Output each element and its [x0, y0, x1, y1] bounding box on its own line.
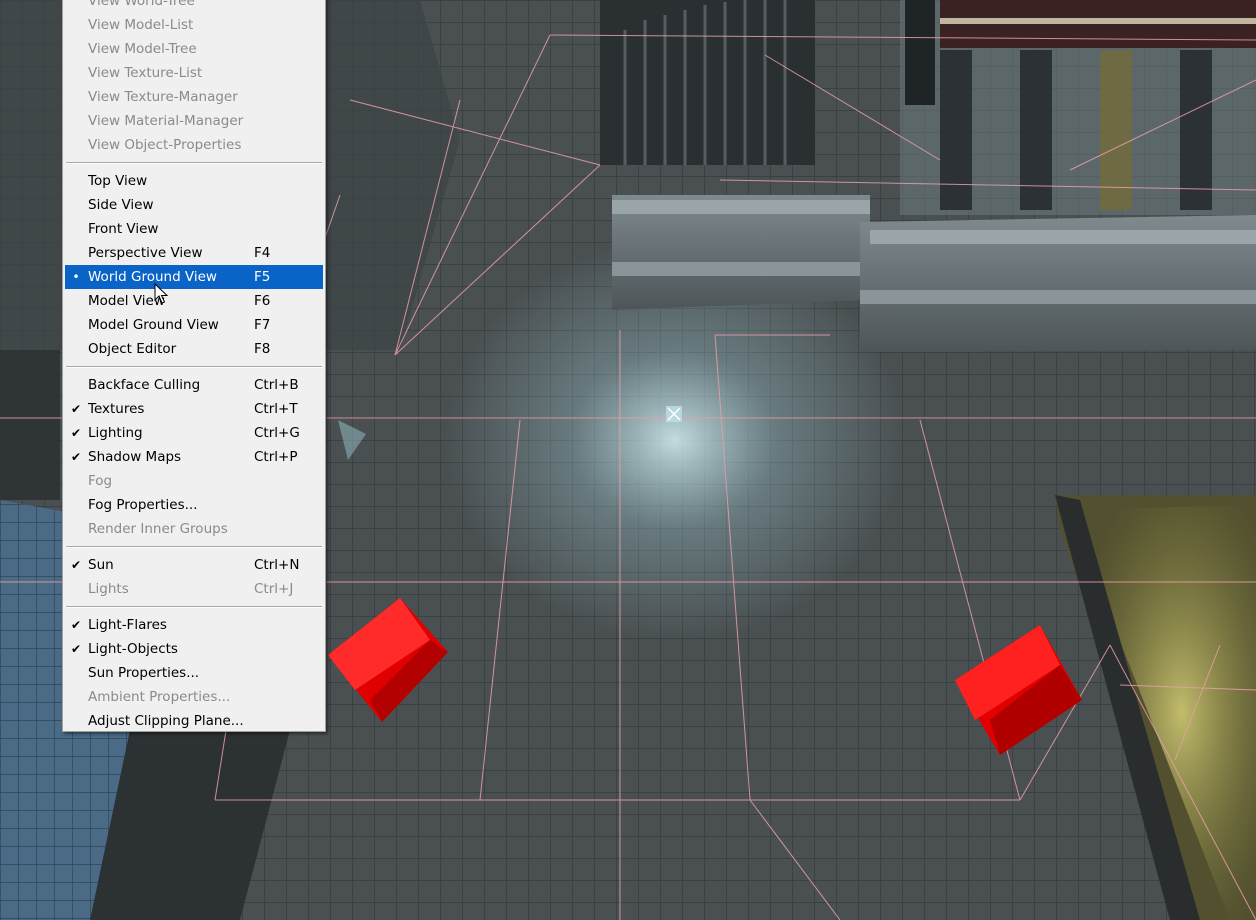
menu-item-lighting[interactable]: ✔ Lighting Ctrl+G: [65, 421, 323, 445]
menu-separator: [66, 546, 322, 548]
menu-item-shadow-maps[interactable]: ✔ Shadow Maps Ctrl+P: [65, 445, 323, 469]
menu-item-model-ground-view[interactable]: Model Ground View F7: [65, 313, 323, 337]
view-context-menu: View World-Tree View Model-List View Model…: [62, 0, 326, 732]
menu-item-textures[interactable]: ✔ Textures Ctrl+T: [65, 397, 323, 421]
menu-item-label: Fog: [88, 473, 113, 489]
menu-item-label: Shadow Maps: [88, 449, 182, 465]
menu-item-label: Backface Culling: [88, 377, 201, 393]
menu-item-label: World Ground View: [88, 269, 217, 285]
menu-item-label: Render Inner Groups: [88, 521, 228, 537]
menu-item-label: View Texture-Manager: [88, 89, 238, 105]
menu-item-label: Adjust Clipping Plane...: [88, 713, 244, 729]
menu-item-perspective-view[interactable]: Perspective View F4: [65, 241, 323, 265]
checkmark-icon: ✔: [70, 558, 82, 572]
menu-item-label: Sun: [88, 557, 114, 573]
staircase: [600, 0, 815, 165]
menu-item-object-editor[interactable]: Object Editor F8: [65, 337, 323, 361]
menu-item-front-view[interactable]: Front View: [65, 217, 323, 241]
menu-item-view-texture-list: View Texture-List: [65, 61, 323, 85]
menu-item-sun[interactable]: ✔ Sun Ctrl+N: [65, 553, 323, 577]
checkmark-icon: ✔: [70, 426, 82, 440]
menu-item-view-texture-manager: View Texture-Manager: [65, 85, 323, 109]
menu-item-view-model-tree: View Model-Tree: [65, 37, 323, 61]
menu-item-view-world-tree: View World-Tree: [65, 0, 323, 13]
menu-item-label: Light-Objects: [88, 641, 178, 657]
menu-item-shortcut: F6: [254, 293, 271, 309]
menu-item-top-view[interactable]: Top View: [65, 169, 323, 193]
menu-item-shortcut: F5: [254, 269, 271, 285]
menu-item-light-flares[interactable]: ✔ Light-Flares: [65, 613, 323, 637]
light-marker-icon[interactable]: [666, 406, 682, 422]
menu-item-label: View World-Tree: [88, 0, 195, 9]
menu-item-label: Model Ground View: [88, 317, 219, 333]
menu-item-label: Object Editor: [88, 341, 177, 357]
menu-item-shortcut: Ctrl+G: [254, 425, 300, 441]
menu-item-label: Lights: [88, 581, 129, 597]
menu-separator: [66, 162, 322, 164]
menu-item-label: Fog Properties...: [88, 497, 198, 513]
menu-item-label: Side View: [88, 197, 154, 213]
mouse-cursor-icon: [154, 283, 168, 304]
menu-item-view-object-properties: View Object-Properties: [65, 133, 323, 157]
menu-item-shortcut: Ctrl+B: [254, 377, 299, 393]
checkmark-icon: ✔: [70, 450, 82, 464]
menu-item-shortcut: F8: [254, 341, 271, 357]
menu-item-shortcut: Ctrl+P: [254, 449, 298, 465]
menu-item-label: Top View: [88, 173, 148, 189]
menu-item-light-objects[interactable]: ✔ Light-Objects: [65, 637, 323, 661]
menu-item-side-view[interactable]: Side View: [65, 193, 323, 217]
menu-item-sun-properties[interactable]: Sun Properties...: [65, 661, 323, 685]
menu-item-shortcut: F4: [254, 245, 271, 261]
menu-item-fog: Fog: [65, 469, 323, 493]
radio-dot-icon: •: [72, 270, 80, 284]
ledge-trim-right-2: [860, 290, 1256, 304]
menu-item-ambient-properties: Ambient Properties...: [65, 685, 323, 709]
checkmark-icon: ✔: [70, 402, 82, 416]
menu-separator: [66, 606, 322, 608]
menu-item-label: View Material-Manager: [88, 113, 244, 129]
menu-item-label: Lighting: [88, 425, 143, 441]
menu-item-label: Sun Properties...: [88, 665, 200, 681]
menu-item-adjust-clipping-plane[interactable]: Adjust Clipping Plane...: [65, 709, 323, 733]
ledge-trim-left-2: [612, 262, 870, 276]
menu-item-backface-culling[interactable]: Backface Culling Ctrl+B: [65, 373, 323, 397]
menu-item-label: Ambient Properties...: [88, 689, 231, 705]
menu-item-label: Front View: [88, 221, 159, 237]
menu-item-model-view[interactable]: Model View F6: [65, 289, 323, 313]
menu-item-shortcut: F7: [254, 317, 271, 333]
menu-item-fog-properties[interactable]: Fog Properties...: [65, 493, 323, 517]
balcony-rail: [940, 18, 1256, 24]
menu-item-label: Perspective View: [88, 245, 203, 261]
checkmark-icon: ✔: [70, 618, 82, 632]
menu-item-shortcut: Ctrl+J: [254, 581, 294, 597]
menu-item-label: View Texture-List: [88, 65, 203, 81]
menu-item-render-inner-groups: Render Inner Groups: [65, 517, 323, 541]
menu-item-lights: Lights Ctrl+J: [65, 577, 323, 601]
ledge-trim-left: [612, 200, 870, 214]
left-wall: [0, 350, 60, 500]
menu-item-view-material-manager: View Material-Manager: [65, 109, 323, 133]
menu-item-label: View Object-Properties: [88, 137, 242, 153]
menu-item-shortcut: Ctrl+T: [254, 401, 298, 417]
checkmark-icon: ✔: [70, 642, 82, 656]
menu-item-label: View Model-Tree: [88, 41, 197, 57]
menu-item-label: Light-Flares: [88, 617, 167, 633]
menu-item-view-model-list: View Model-List: [65, 13, 323, 37]
menu-separator: [66, 366, 322, 368]
menu-item-label: View Model-List: [88, 17, 194, 33]
menu-item-label: Textures: [88, 401, 145, 417]
menu-item-world-ground-view[interactable]: • World Ground View F5: [65, 265, 323, 289]
menu-item-shortcut: Ctrl+N: [254, 557, 300, 573]
ledge-trim-right: [870, 230, 1256, 244]
